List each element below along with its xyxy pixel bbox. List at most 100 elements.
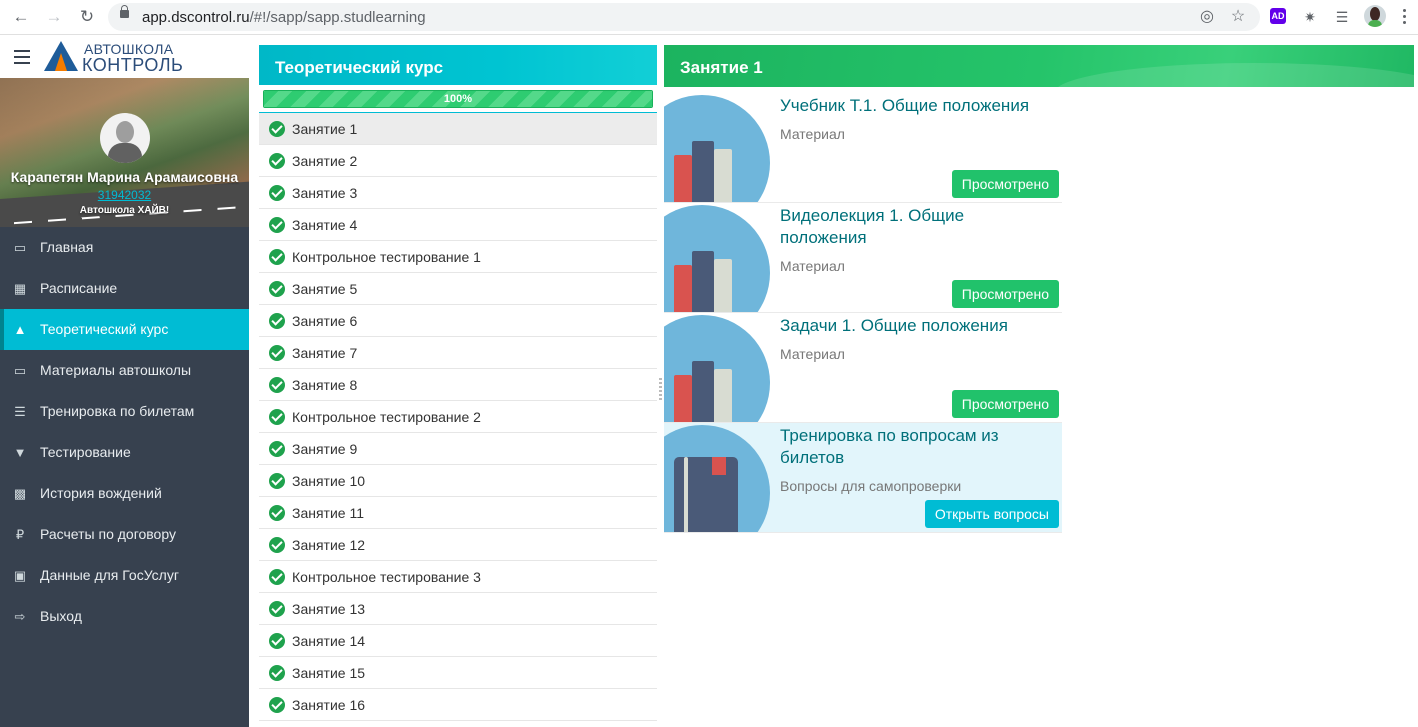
lesson-item[interactable]: Занятие 10 — [259, 465, 657, 497]
notebook-icon — [664, 425, 770, 532]
sidebar-item-label: Выход — [40, 608, 82, 624]
lesson-label: Занятие 8 — [292, 377, 358, 393]
lesson-label: Занятие 15 — [292, 665, 366, 681]
logo-text-bottom: КОНТРОЛЬ — [82, 55, 184, 75]
lesson-item[interactable]: Занятие 9 — [259, 433, 657, 465]
open-questions-button[interactable]: Открыть вопросы — [924, 500, 1059, 528]
sidebar-item-logout[interactable]: ⇨ Выход — [0, 596, 249, 637]
sidebar-item-label: Данные для ГосУслуг — [40, 567, 179, 583]
books-icon — [664, 205, 770, 312]
lesson-item[interactable]: Занятие 14 — [259, 625, 657, 657]
card-title[interactable]: Задачи 1. Общие положения — [780, 315, 1055, 337]
sidebar-item-testing[interactable]: ▼ Тестирование — [0, 432, 249, 473]
card-title[interactable]: Учебник Т.1. Общие положения — [780, 95, 1055, 117]
sidebar-item-ticket-training[interactable]: ☰ Тренировка по билетам — [0, 391, 249, 432]
check-circle-icon — [269, 473, 285, 489]
reload-icon[interactable]: ↻ — [76, 6, 98, 28]
material-card[interactable]: Задачи 1. Общие положения Материал Просм… — [664, 313, 1062, 423]
lock-icon — [120, 5, 129, 18]
material-card[interactable]: Учебник Т.1. Общие положения Материал Пр… — [664, 93, 1062, 203]
lesson-label: Занятие 10 — [292, 473, 366, 489]
forward-arrow-icon[interactable]: → — [43, 6, 65, 28]
lesson-item[interactable]: Занятие 8 — [259, 369, 657, 401]
sidebar-item-schedule[interactable]: ▦ Расписание — [0, 268, 249, 309]
lesson-item[interactable]: Занятие 12 — [259, 529, 657, 561]
lesson-item[interactable]: Занятие 16 — [259, 689, 657, 721]
progress-label: 100% — [443, 93, 473, 105]
lesson-item[interactable]: Занятие 13 — [259, 593, 657, 625]
questions-card[interactable]: Тренировка по вопросам из билетов Вопрос… — [664, 423, 1062, 533]
lesson-item[interactable]: Контрольное тестирование 3 — [259, 561, 657, 593]
card-title[interactable]: Видеолекция 1. Общие положения — [780, 205, 1055, 249]
sidebar-item-driving-history[interactable]: ▩ История вождений — [0, 473, 249, 514]
check-circle-icon — [269, 505, 285, 521]
lesson-label: Занятие 16 — [292, 697, 366, 713]
sidebar-item-gosuslugi[interactable]: ▣ Данные для ГосУслуг — [0, 555, 249, 596]
sidebar-item-label: Расписание — [40, 280, 118, 296]
lesson-item[interactable]: Занятие 4 — [259, 209, 657, 241]
check-circle-icon — [269, 185, 285, 201]
lesson-item[interactable]: Контрольное тестирование 1 — [259, 241, 657, 273]
url-text[interactable]: app.dscontrol.ru/#!/sapp/sapp.studlearni… — [142, 9, 426, 26]
sidebar-item-label: История вождений — [40, 485, 162, 501]
user-profile: Карапетян Марина Арамаисовна 31942032 Ав… — [0, 78, 249, 227]
lesson-label: Занятие 3 — [292, 185, 358, 201]
check-circle-icon — [269, 697, 285, 713]
hamburger-icon[interactable] — [14, 50, 30, 64]
lesson-item[interactable]: Контрольное тестирование 2 — [259, 401, 657, 433]
lesson-item[interactable]: Занятие 5 — [259, 273, 657, 305]
address-bar[interactable]: app.dscontrol.ru/#!/sapp/sapp.studlearni… — [108, 3, 1260, 31]
check-circle-icon — [269, 537, 285, 553]
ruble-icon: ₽ — [15, 527, 25, 542]
lesson-item[interactable]: Занятие 15 — [259, 657, 657, 689]
lesson-label: Занятие 13 — [292, 601, 366, 617]
lesson-item[interactable]: Занятие 2 — [259, 145, 657, 177]
lesson-item[interactable]: Занятие 6 — [259, 305, 657, 337]
avatar — [100, 113, 150, 163]
card-title[interactable]: Тренировка по вопросам из билетов — [780, 425, 1055, 469]
card-subtitle: Материал — [780, 346, 845, 362]
lesson-item[interactable]: Занятие 3 — [259, 177, 657, 209]
profile-avatar[interactable] — [1364, 5, 1386, 27]
book-icon: ▭ — [13, 363, 27, 378]
menu-kebab-icon[interactable] — [1399, 6, 1409, 28]
lesson-label: Занятие 4 — [292, 217, 358, 233]
lesson-item[interactable]: Занятие 11 — [259, 497, 657, 529]
sidebar-item-payments[interactable]: ₽ Расчеты по договору — [0, 514, 249, 555]
puzzle-extension-icon[interactable]: ✷ — [1300, 7, 1320, 27]
lesson-label: Занятие 11 — [292, 505, 364, 521]
star-icon[interactable]: ☆ — [1228, 7, 1248, 27]
eye-off-icon[interactable]: ◎ — [1197, 7, 1217, 27]
viewed-button[interactable]: Просмотрено — [951, 170, 1059, 198]
lesson-item[interactable]: Занятие 1 — [259, 113, 657, 145]
books-icon — [664, 315, 770, 422]
back-arrow-icon[interactable]: ← — [10, 6, 32, 28]
lesson-label: Занятие 14 — [292, 633, 366, 649]
books-icon — [664, 95, 770, 202]
user-school: Автошкола ХАЙВ! — [79, 205, 170, 216]
course-title: Теоретический курс — [259, 45, 657, 85]
sidebar-item-home[interactable]: ▭ Главная — [0, 227, 249, 268]
check-circle-icon — [269, 633, 285, 649]
course-panel: Теоретический курс 100% Занятие 1 Занятие… — [259, 45, 657, 727]
viewed-button[interactable]: Просмотрено — [951, 280, 1059, 308]
sign-out-icon: ⇨ — [14, 609, 26, 624]
sidebar-item-label: Тренировка по билетам — [40, 403, 195, 419]
sidebar-item-materials[interactable]: ▭ Материалы автошколы — [0, 350, 249, 391]
material-card[interactable]: Видеолекция 1. Общие положения Материал … — [664, 203, 1062, 313]
ad-extension-icon[interactable]: AD — [1270, 8, 1286, 24]
sidebar-item-theory-course[interactable]: ▲ Теоретический курс — [0, 309, 249, 350]
media-playlist-icon[interactable]: ☰ — [1332, 7, 1352, 27]
panel-resize-handle[interactable] — [659, 378, 662, 402]
lesson-label: Контрольное тестирование 2 — [292, 409, 481, 425]
sidebar-item-label: Материалы автошколы — [40, 362, 192, 378]
card-subtitle: Вопросы для самопроверки — [780, 478, 962, 494]
monitor-icon: ▭ — [13, 240, 27, 255]
viewed-button[interactable]: Просмотрено — [951, 390, 1059, 418]
check-circle-icon — [269, 281, 285, 297]
user-id-link[interactable]: 31942032 — [0, 188, 249, 202]
lesson-panel: Занятие 1 Учебник Т.1. Общие положения М… — [664, 45, 1414, 533]
progress-bar: 100% — [263, 90, 653, 108]
lesson-item[interactable]: Занятие 7 — [259, 337, 657, 369]
lesson-label: Занятие 7 — [292, 345, 358, 361]
